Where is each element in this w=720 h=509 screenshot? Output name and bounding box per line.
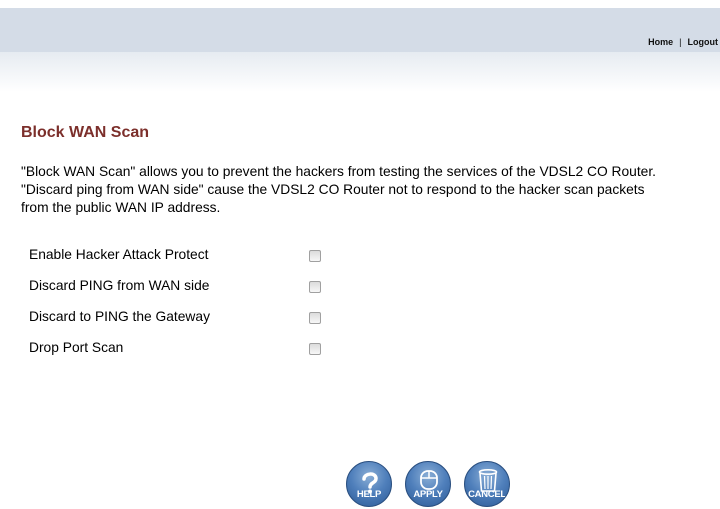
top-links: Home | Logout xyxy=(648,37,718,47)
apply-label: APPLY xyxy=(413,489,443,500)
mouse-icon xyxy=(420,470,438,490)
home-link[interactable]: Home xyxy=(648,37,673,47)
option-hacker-attack-protect: Enable Hacker Attack Protect xyxy=(29,246,349,277)
apply-button[interactable]: APPLY xyxy=(405,461,451,507)
link-separator: | xyxy=(679,37,682,47)
hacker-attack-protect-checkbox[interactable] xyxy=(309,250,321,262)
cancel-button[interactable]: CANCEL xyxy=(464,461,510,507)
question-mark-icon xyxy=(362,472,378,494)
option-label: Enable Hacker Attack Protect xyxy=(29,247,209,262)
cancel-label: CANCEL xyxy=(468,489,506,500)
option-drop-port-scan: Drop Port Scan xyxy=(29,339,349,370)
option-discard-ping-wan: Discard PING from WAN side xyxy=(29,277,349,308)
discard-ping-gateway-checkbox[interactable] xyxy=(309,312,321,324)
option-label: Discard to PING the Gateway xyxy=(29,309,210,324)
option-label: Drop Port Scan xyxy=(29,340,124,355)
header-band xyxy=(0,52,720,92)
help-label: HELP xyxy=(356,489,382,500)
help-button[interactable]: HELP xyxy=(346,461,392,507)
options-list: Enable Hacker Attack Protect Discard PIN… xyxy=(29,246,349,370)
discard-ping-wan-checkbox[interactable] xyxy=(309,281,321,293)
top-bar xyxy=(0,8,720,52)
logout-link[interactable]: Logout xyxy=(688,37,719,47)
option-label: Discard PING from WAN side xyxy=(29,278,210,293)
option-discard-ping-gateway: Discard to PING the Gateway xyxy=(29,308,349,339)
page-title: Block WAN Scan xyxy=(21,124,150,141)
page-description: "Block WAN Scan" allows you to prevent t… xyxy=(21,164,657,215)
drop-port-scan-checkbox[interactable] xyxy=(309,343,321,355)
trash-bin-icon xyxy=(478,469,498,492)
